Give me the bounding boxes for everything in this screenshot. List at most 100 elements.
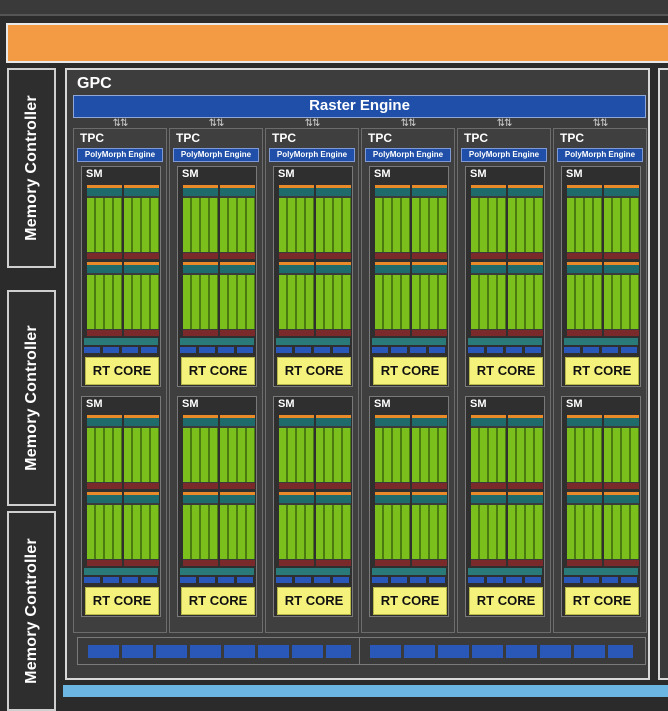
warp-scheduler xyxy=(87,188,122,196)
sm-processing-block xyxy=(183,262,218,336)
bidirectional-arrow-icon: ⇅⇅ xyxy=(208,118,225,129)
cuda-cores xyxy=(412,428,447,482)
register-file xyxy=(279,330,314,336)
sm-processing-block xyxy=(375,262,410,336)
warp-scheduler xyxy=(508,265,543,273)
cuda-cores xyxy=(279,198,314,252)
l2-cache-bar xyxy=(63,685,668,697)
sm-processing-block xyxy=(567,492,602,566)
sm-title: SM xyxy=(86,398,103,410)
register-file xyxy=(412,253,447,259)
cache-cells xyxy=(88,645,351,658)
warp-scheduler xyxy=(183,495,218,503)
tpc-block: ⇅⇅ TPC PolyMorph Engine SM RT CORE SM RT CORE xyxy=(265,119,359,633)
warp-scheduler xyxy=(604,495,639,503)
register-file xyxy=(471,560,506,566)
sm-shared-memory xyxy=(180,568,254,575)
register-file xyxy=(124,253,159,259)
register-file xyxy=(412,560,447,566)
sm-processing-block xyxy=(508,492,543,566)
texture-units xyxy=(468,577,542,583)
register-file xyxy=(508,483,543,489)
sm-processing-block xyxy=(567,185,602,259)
sm-shared-memory xyxy=(276,338,350,345)
register-file xyxy=(124,560,159,566)
tpc-title: TPC xyxy=(272,131,296,145)
tpc-title: TPC xyxy=(176,131,200,145)
sm-title: SM xyxy=(566,168,583,180)
cuda-cores xyxy=(279,428,314,482)
sm-processing-block xyxy=(567,415,602,489)
texture-units xyxy=(372,347,446,353)
cuda-cores xyxy=(87,505,122,559)
warp-scheduler xyxy=(567,188,602,196)
rt-core: RT CORE xyxy=(277,357,351,385)
register-file xyxy=(124,330,159,336)
texture-units xyxy=(372,577,446,583)
sm-processing-block xyxy=(412,185,447,259)
sm-processing-block xyxy=(124,415,159,489)
register-file xyxy=(183,330,218,336)
warp-scheduler xyxy=(279,495,314,503)
sm-block: SM RT CORE xyxy=(561,166,641,387)
sm-shared-memory xyxy=(564,338,638,345)
register-file xyxy=(604,330,639,336)
sm-block: SM RT CORE xyxy=(81,396,161,617)
warp-scheduler xyxy=(279,265,314,273)
cuda-cores xyxy=(220,505,255,559)
sm-shared-memory xyxy=(372,338,446,345)
sm-processing-block xyxy=(220,492,255,566)
warp-scheduler xyxy=(567,265,602,273)
sm-title: SM xyxy=(86,168,103,180)
warp-scheduler xyxy=(183,188,218,196)
tpc-title: TPC xyxy=(80,131,104,145)
warp-scheduler xyxy=(604,188,639,196)
cuda-cores xyxy=(471,275,506,329)
sm-processing-block xyxy=(316,262,351,336)
cuda-cores xyxy=(375,428,410,482)
sm-processing-block xyxy=(279,262,314,336)
sm-block: SM RT CORE xyxy=(177,166,257,387)
texture-units xyxy=(276,577,350,583)
warp-scheduler xyxy=(567,495,602,503)
cuda-cores xyxy=(87,198,122,252)
cuda-cores xyxy=(471,198,506,252)
sm-processing-block xyxy=(87,492,122,566)
warp-scheduler xyxy=(316,495,351,503)
cuda-cores xyxy=(508,505,543,559)
sm-processing-block xyxy=(220,185,255,259)
cache-cells xyxy=(370,645,633,658)
sm-processing-block xyxy=(604,185,639,259)
register-file xyxy=(508,560,543,566)
warp-scheduler xyxy=(412,188,447,196)
warp-scheduler xyxy=(471,495,506,503)
warp-scheduler xyxy=(124,418,159,426)
register-file xyxy=(183,560,218,566)
sm-title: SM xyxy=(182,398,199,410)
warp-scheduler xyxy=(508,188,543,196)
sm-title: SM xyxy=(470,398,487,410)
l1-cache-group xyxy=(359,637,646,665)
sm-processing-block xyxy=(604,415,639,489)
sm-processing-block xyxy=(412,492,447,566)
rt-core: RT CORE xyxy=(181,357,255,385)
warp-scheduler xyxy=(124,495,159,503)
warp-scheduler xyxy=(220,265,255,273)
warp-scheduler xyxy=(183,265,218,273)
cuda-cores xyxy=(183,275,218,329)
warp-scheduler xyxy=(316,188,351,196)
rt-core: RT CORE xyxy=(469,357,543,385)
cuda-cores xyxy=(316,505,351,559)
register-file xyxy=(220,253,255,259)
sm-block: SM RT CORE xyxy=(465,396,545,617)
sm-processing-block xyxy=(508,185,543,259)
cuda-cores xyxy=(567,198,602,252)
texture-units xyxy=(276,347,350,353)
warp-scheduler xyxy=(279,418,314,426)
register-file xyxy=(316,330,351,336)
register-file xyxy=(375,330,410,336)
cuda-cores xyxy=(220,198,255,252)
register-file xyxy=(183,483,218,489)
sm-block: SM RT CORE xyxy=(369,396,449,617)
bidirectional-arrow-icon: ⇅⇅ xyxy=(400,118,417,129)
